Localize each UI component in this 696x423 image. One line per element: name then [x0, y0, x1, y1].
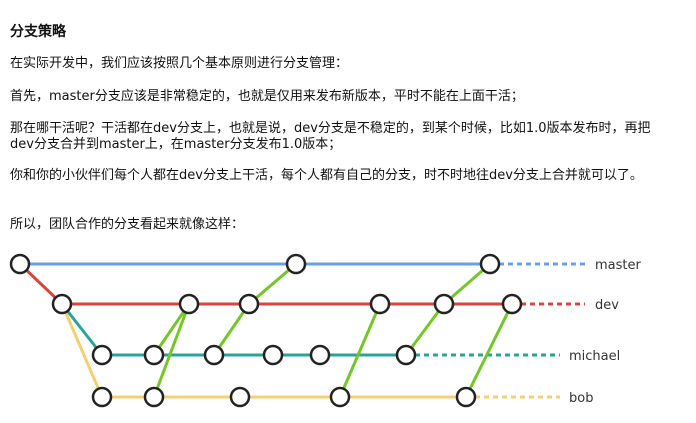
commit-node — [369, 293, 391, 315]
commit-node — [91, 386, 113, 408]
commit-node — [143, 386, 165, 408]
document-page: 分支策略 在实际开发中，我们应该按照几个基本原则进行分支管理： 首先，maste… — [0, 0, 696, 423]
merge-line — [338, 302, 382, 399]
commit-node — [238, 293, 260, 315]
commit-node — [501, 293, 523, 315]
commit-node — [203, 344, 225, 366]
commit-node — [178, 293, 200, 315]
merge-line — [464, 302, 514, 399]
commit-node — [9, 253, 31, 275]
branch-label-michael: michael — [569, 349, 620, 364]
commit-node — [479, 253, 501, 275]
branch-label-master: master — [595, 258, 641, 273]
commit-node — [51, 293, 73, 315]
commit-node — [455, 386, 477, 408]
commit-node — [329, 386, 351, 408]
branch-diagram: master dev michael bob — [9, 253, 641, 408]
commit-node — [91, 344, 113, 366]
commit-node — [285, 253, 307, 275]
branch-label-bob: bob — [569, 391, 593, 406]
commit-node — [229, 386, 251, 408]
commit-node — [262, 344, 284, 366]
commit-node — [309, 344, 331, 366]
commit-node — [433, 293, 455, 315]
commit-node — [395, 344, 417, 366]
branch-label-dev: dev — [595, 298, 619, 313]
commit-node — [143, 344, 165, 366]
